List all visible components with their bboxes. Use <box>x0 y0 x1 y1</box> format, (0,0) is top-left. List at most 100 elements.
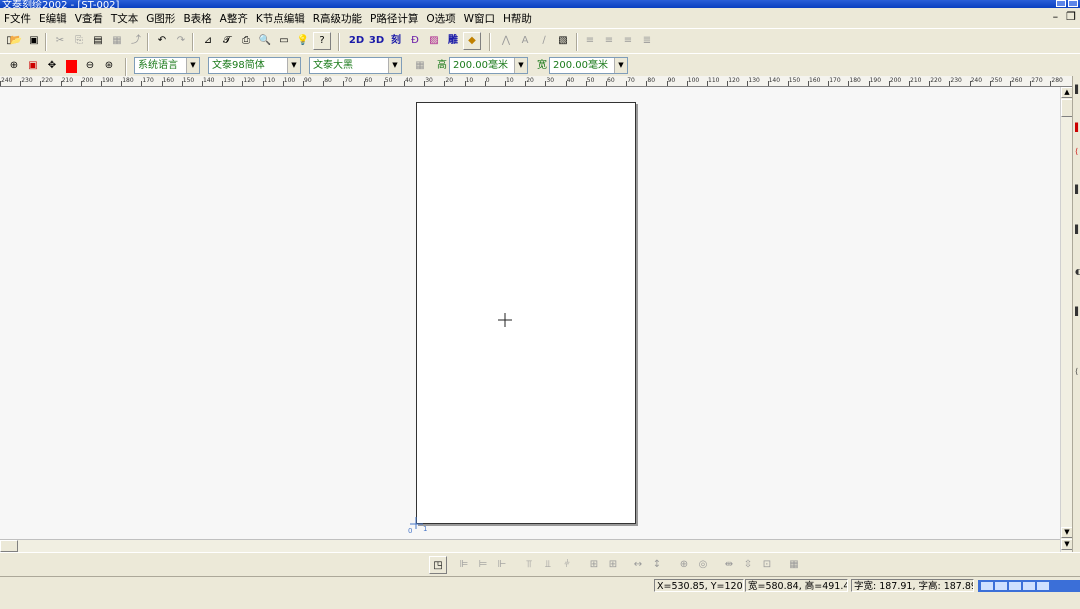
ruler-tick <box>464 81 466 86</box>
group-icon[interactable]: ◳ <box>429 556 447 574</box>
paste-icon[interactable]: ▤ <box>89 32 107 50</box>
ruler-tick-label: 50 <box>586 77 595 84</box>
menu-item-2[interactable]: V查看 <box>71 11 107 26</box>
tool-icon[interactable]: ◐ <box>1075 266 1080 278</box>
edit-frame-icon[interactable]: ▧ <box>554 32 572 50</box>
paste-special-icon[interactable]: ▦ <box>108 32 126 50</box>
text-box-icon[interactable]: A <box>516 32 534 50</box>
grid-align-icon[interactable]: ⊡ <box>759 556 775 572</box>
button-2d[interactable]: 2D <box>347 32 366 50</box>
align-right-edge-icon[interactable]: ⊩ <box>494 556 510 572</box>
zoom-out-icon[interactable]: ⊖ <box>81 57 99 75</box>
mdi-minimize-icon[interactable]: – <box>1053 10 1059 23</box>
clone-icon[interactable]: ⤴ <box>127 32 145 50</box>
chevron-down-icon[interactable]: ▼ <box>186 58 199 73</box>
tray-icon[interactable] <box>995 582 1007 590</box>
menu-item-3[interactable]: T文本 <box>107 11 142 26</box>
engrave-button[interactable]: 雕 <box>444 32 462 50</box>
menu-item-10[interactable]: O选项 <box>422 11 459 26</box>
zoom-in-icon[interactable]: ⊕ <box>5 57 23 75</box>
distribute-v-icon[interactable]: ⊞ <box>605 556 621 572</box>
menu-item-8[interactable]: R高级功能 <box>309 11 366 26</box>
tool-icon[interactable]: ▌ <box>1075 184 1080 196</box>
grid-icon[interactable]: ▦ <box>786 556 802 572</box>
align-center-icon[interactable]: ≡ <box>600 32 618 50</box>
horizontal-scrollbar[interactable] <box>0 539 1060 553</box>
width-input[interactable]: 200.00毫米 ▼ <box>549 57 628 74</box>
tool-icon[interactable]: ▌ <box>1075 122 1080 134</box>
menu-item-12[interactable]: H帮助 <box>499 11 536 26</box>
circle-center-icon[interactable]: ◎ <box>695 556 711 572</box>
undo-icon[interactable]: ↶ <box>153 32 171 50</box>
output-icon[interactable]: ⊿ <box>199 32 217 50</box>
menu-item-6[interactable]: A整齐 <box>216 11 252 26</box>
minimize-icon[interactable] <box>1056 0 1066 7</box>
tool-icon[interactable]: ▌ <box>1075 84 1080 96</box>
height-input[interactable]: 200.00毫米 ▼ <box>449 57 528 74</box>
open-file-icon[interactable]: 📂 <box>7 32 25 50</box>
tool-icon[interactable]: ⟨ <box>1075 366 1080 378</box>
redo-icon[interactable]: ↷ <box>172 32 190 50</box>
cut-plot-button[interactable]: 刻 <box>387 32 405 50</box>
tool-icon[interactable]: ⟨ <box>1075 146 1080 158</box>
menu-item-7[interactable]: K节点编辑 <box>252 11 309 26</box>
distribute-h-icon[interactable]: ⊞ <box>586 556 602 572</box>
save-icon[interactable]: ▣ <box>25 32 43 50</box>
fill-color-icon[interactable] <box>62 57 80 75</box>
shape-tool-icon[interactable]: ⋀ <box>497 32 515 50</box>
menu-item-4[interactable]: G图形 <box>142 11 179 26</box>
menu-item-9[interactable]: P路径计算 <box>366 11 422 26</box>
pan-icon[interactable]: ✥ <box>43 57 61 75</box>
align-justify-icon[interactable]: ≣ <box>638 32 656 50</box>
chevron-down-icon[interactable]: ▼ <box>514 58 527 73</box>
mdi-restore-icon[interactable]: ❐ <box>1066 10 1076 23</box>
pen-icon[interactable]: ∕ <box>535 32 553 50</box>
chinese-font-select[interactable]: 文泰98简体 ▼ <box>208 57 301 74</box>
language-select[interactable]: 系统语言 ▼ <box>134 57 200 74</box>
hspace-icon[interactable]: ⇹ <box>721 556 737 572</box>
tray-icon[interactable] <box>981 582 993 590</box>
chevron-down-icon[interactable]: ▼ <box>614 58 627 73</box>
align-left-edge-icon[interactable]: ⊫ <box>456 556 472 572</box>
chevron-down-icon[interactable]: ▼ <box>388 58 401 73</box>
vspace-icon[interactable]: ⇳ <box>740 556 756 572</box>
scroll-left-button[interactable] <box>0 540 18 552</box>
align-top-icon[interactable]: ⫪ <box>521 556 537 572</box>
frame-text-icon[interactable]: ▭ <box>275 32 293 50</box>
tray-icon[interactable] <box>1023 582 1035 590</box>
zoom-selection-icon[interactable]: ▣ <box>24 57 42 75</box>
print-icon[interactable]: ⎙ <box>237 32 255 50</box>
menu-item-11[interactable]: W窗口 <box>460 11 499 26</box>
english-font-select[interactable]: 文泰大黑 ▼ <box>309 57 402 74</box>
help-icon[interactable]: ? <box>313 32 331 50</box>
edit-text-icon[interactable]: 𝓣 <box>218 32 236 50</box>
align-vcenter-icon[interactable]: ⫫ <box>540 556 556 572</box>
print-preview-icon[interactable]: 🔍 <box>256 32 274 50</box>
menu-item-1[interactable]: E编辑 <box>35 11 71 26</box>
chevron-down-icon[interactable]: ▼ <box>287 58 300 73</box>
same-width-icon[interactable]: ↔ <box>630 556 646 572</box>
align-hcenter-icon[interactable]: ⊨ <box>475 556 491 572</box>
page-boundary[interactable] <box>416 102 636 524</box>
tray-icon[interactable] <box>1037 582 1049 590</box>
carve-icon[interactable]: Ɖ <box>406 32 424 50</box>
align-left-icon[interactable]: ≡ <box>581 32 599 50</box>
color-fill-icon[interactable]: ◆ <box>463 32 481 50</box>
char-spacing-icon[interactable]: ▦ <box>411 57 429 75</box>
same-height-icon[interactable]: ↕ <box>649 556 665 572</box>
center-page-icon[interactable]: ⊕ <box>676 556 692 572</box>
menu-item-5[interactable]: B表格 <box>179 11 215 26</box>
align-bottom-icon[interactable]: ⫩ <box>559 556 575 572</box>
button-3d[interactable]: 3D <box>367 32 386 50</box>
tip-bulb-icon[interactable]: 💡 <box>294 32 312 50</box>
maximize-icon[interactable] <box>1068 0 1078 7</box>
cut-icon[interactable]: ✂ <box>51 32 69 50</box>
tray-icon[interactable] <box>1009 582 1021 590</box>
zoom-all-icon[interactable]: ⊛ <box>100 57 118 75</box>
texture-icon[interactable]: ▨ <box>425 32 443 50</box>
tool-icon[interactable]: ▌ <box>1075 224 1080 236</box>
copy-icon[interactable]: ⎘ <box>70 32 88 50</box>
align-right-icon[interactable]: ≡ <box>619 32 637 50</box>
menu-item-0[interactable]: F文件 <box>0 11 35 26</box>
tool-icon[interactable]: ▌ <box>1075 306 1080 318</box>
